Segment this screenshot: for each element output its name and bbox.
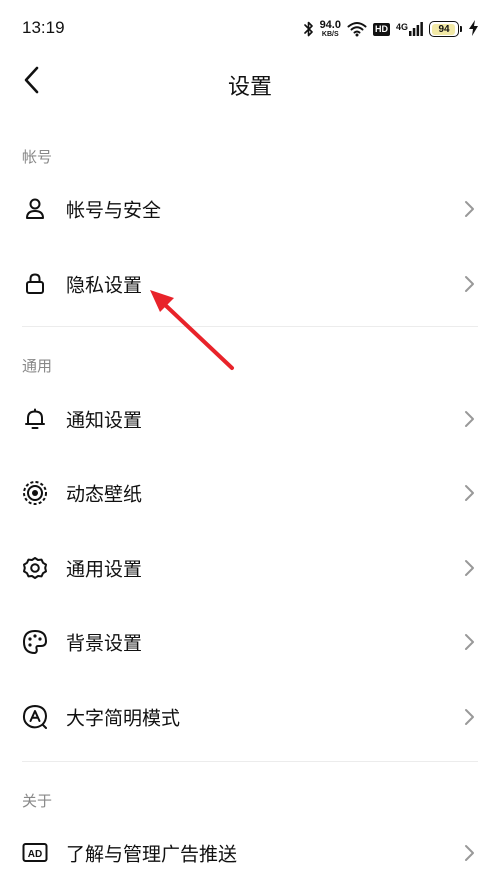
chevron-right-icon xyxy=(462,200,476,218)
list-item-label: 隐私设置 xyxy=(66,274,143,297)
signal-indicator: 4G xyxy=(396,22,423,36)
wifi-icon xyxy=(347,21,367,37)
network-speed-value: 94.0 xyxy=(319,19,341,31)
status-icons: 94.0 KB/S HD 4G 94 xyxy=(303,14,478,44)
gear-icon xyxy=(22,555,48,581)
chevron-right-icon xyxy=(462,275,476,293)
chevron-right-icon xyxy=(462,708,476,726)
list-item-live-wallpaper[interactable]: 动态壁纸 xyxy=(0,456,500,530)
divider xyxy=(22,326,478,327)
list-item-ad-management[interactable]: AD 了解与管理广告推送 xyxy=(0,816,500,890)
list-item-label: 通知设置 xyxy=(66,409,143,432)
list-item-label: 背景设置 xyxy=(66,632,143,655)
battery-level: 94 xyxy=(438,23,450,35)
list-item-account-security[interactable]: 帐号与安全 xyxy=(0,172,500,246)
chevron-right-icon xyxy=(462,559,476,577)
list-item-label: 大字简明模式 xyxy=(66,707,181,730)
list-item-label: 动态壁纸 xyxy=(66,483,143,506)
svg-text:AD: AD xyxy=(28,849,42,860)
page-title: 设置 xyxy=(227,75,272,100)
bell-icon xyxy=(22,406,48,432)
signal-icon xyxy=(409,22,423,36)
list-item-notification-settings[interactable]: 通知设置 xyxy=(0,382,500,456)
network-speed: 94.0 KB/S xyxy=(319,19,341,39)
network-type: 4G xyxy=(395,22,408,32)
list-item-large-font-mode[interactable]: 大字简明模式 xyxy=(0,680,500,754)
charging-icon xyxy=(469,19,478,39)
live-wallpaper-icon xyxy=(22,480,48,506)
chevron-right-icon xyxy=(462,484,476,502)
list-item-label: 通用设置 xyxy=(66,558,143,581)
list-item-general-settings[interactable]: 通用设置 xyxy=(0,531,500,605)
chevron-right-icon xyxy=(462,844,476,862)
chevron-right-icon xyxy=(462,410,476,428)
chevron-right-icon xyxy=(462,633,476,651)
section-label-about: 关于 xyxy=(22,792,53,810)
list-item-label: 了解与管理广告推送 xyxy=(66,843,238,866)
list-item-background-settings[interactable]: 背景设置 xyxy=(0,605,500,679)
lock-icon xyxy=(22,271,48,297)
large-font-icon xyxy=(22,704,48,730)
bluetooth-icon xyxy=(303,21,314,37)
list-item-privacy-settings[interactable]: 隐私设置 xyxy=(0,247,500,321)
status-time: 13:19 xyxy=(22,18,65,37)
battery-icon: 94 xyxy=(429,21,462,37)
user-icon xyxy=(22,196,48,222)
list-item-label: 帐号与安全 xyxy=(66,199,162,222)
divider xyxy=(22,761,478,762)
section-label-general: 通用 xyxy=(22,357,53,375)
section-label-account: 帐号 xyxy=(22,148,53,166)
ad-icon: AD xyxy=(22,840,48,866)
hd-badge: HD xyxy=(372,22,390,36)
header: 设置 xyxy=(0,50,500,114)
network-speed-unit: KB/S xyxy=(321,31,339,38)
palette-icon xyxy=(22,629,48,655)
